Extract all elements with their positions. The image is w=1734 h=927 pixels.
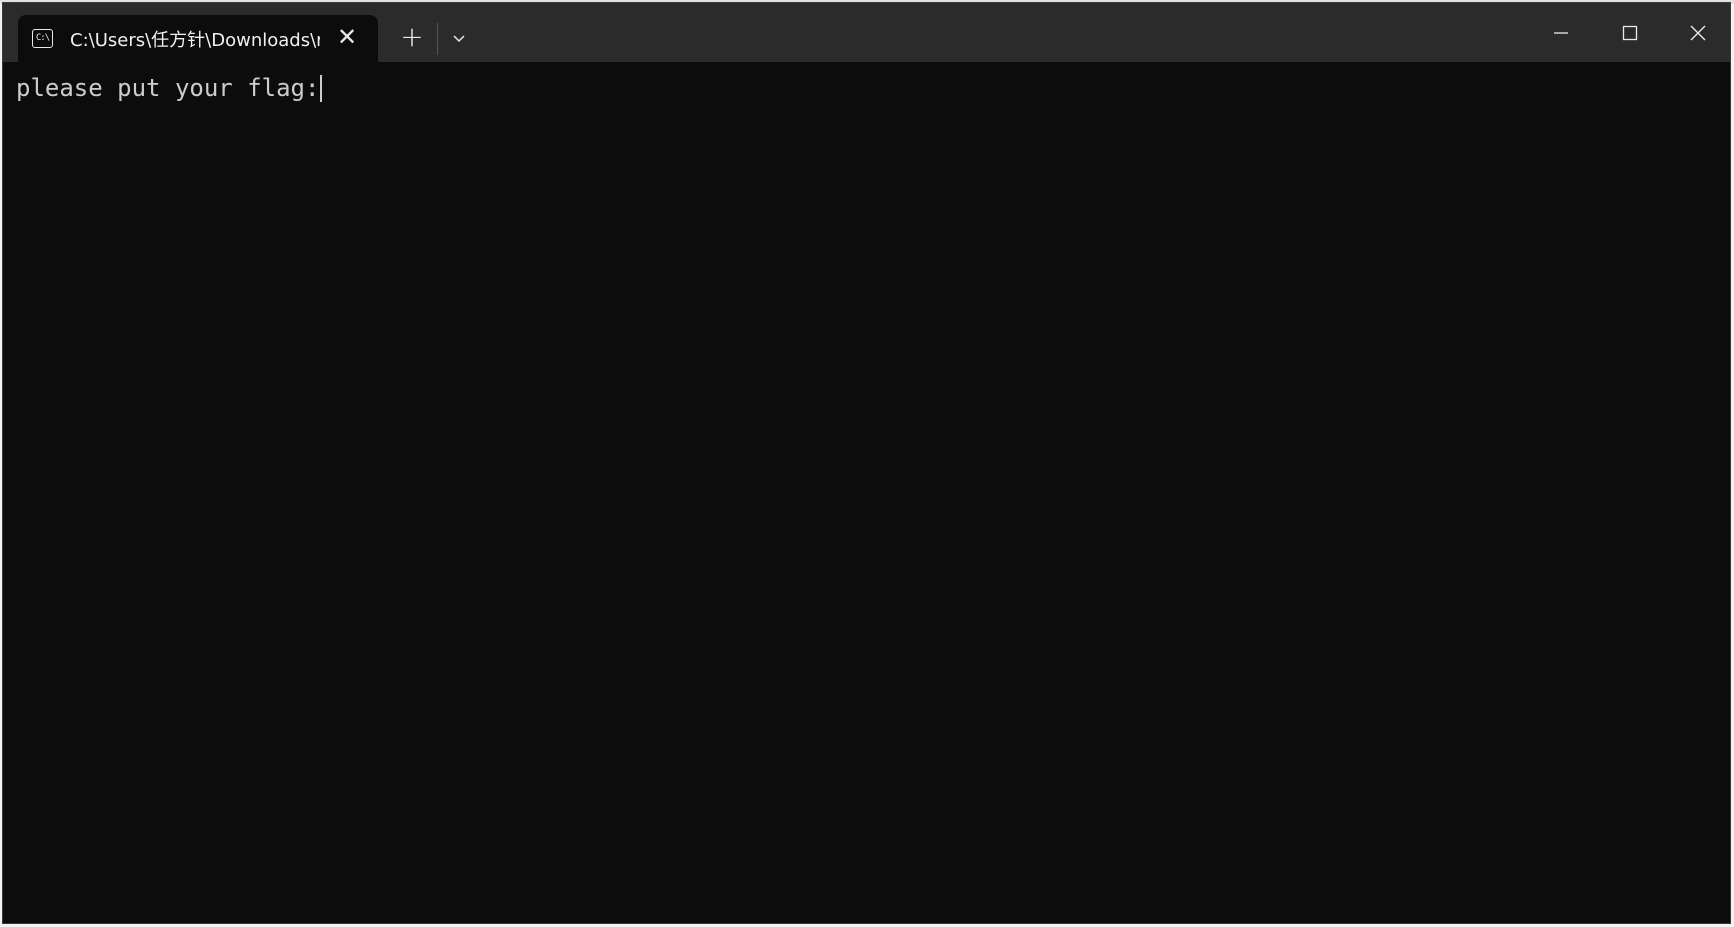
tab-dropdown-button[interactable] [445,21,473,55]
tab-separator [437,23,438,55]
tab-title: C:\Users\任方针\Downloads\re [70,29,320,51]
minimize-icon [1554,31,1568,34]
prompt-line: please put your flag: [16,74,323,102]
close-tab-icon[interactable]: ✕ [336,26,358,50]
close-icon [1690,25,1706,40]
maximize-button[interactable] [1596,3,1664,62]
close-window-button[interactable] [1664,3,1730,62]
prompt-text: please put your flag: [16,74,320,102]
cmd-icon: C:\ [32,29,53,48]
minimize-button[interactable] [1527,3,1595,62]
title-bar[interactable]: C:\ C:\Users\任方针\Downloads\re ✕ + [3,3,1730,62]
terminal-tab[interactable]: C:\ C:\Users\任方针\Downloads\re ✕ [18,15,378,62]
maximize-icon [1622,25,1638,40]
chevron-down-icon [453,35,465,43]
new-tab-button[interactable]: + [394,20,430,56]
terminal-window: C:\ C:\Users\任方针\Downloads\re ✕ + please… [2,2,1731,924]
terminal-area[interactable]: please put your flag: [3,62,1730,923]
text-cursor [320,74,323,102]
